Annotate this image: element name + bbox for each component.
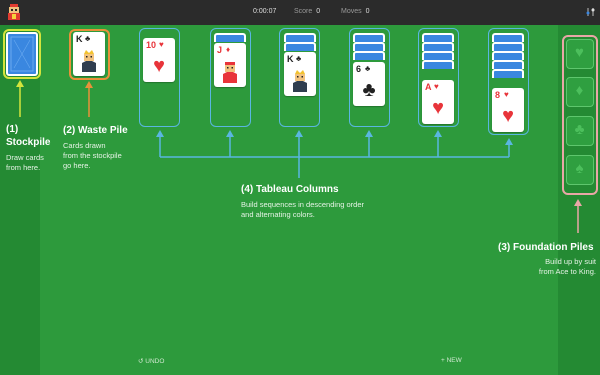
- card-suit: ♥: [159, 40, 164, 49]
- tableau-desc-line: Build sequences in descending order: [241, 200, 364, 209]
- face-down-card: [284, 33, 316, 42]
- spade-icon: ♠: [575, 160, 584, 177]
- tableau-arrows: [156, 130, 513, 178]
- tableau-card[interactable]: 8 ♥ ♥: [492, 88, 524, 132]
- card-suit: ♦: [226, 45, 231, 54]
- tableau-card[interactable]: A ♥ ♥: [422, 80, 454, 124]
- logo-icon[interactable]: [6, 4, 22, 21]
- card-suit: ♣: [85, 34, 91, 43]
- face-down-card: [492, 33, 524, 42]
- card-rank: J: [217, 45, 223, 55]
- foundation-slot-spades[interactable]: ♠: [566, 155, 594, 185]
- tableau-desc-line: and alternating colors.: [241, 210, 315, 219]
- face-down-card: [353, 42, 385, 51]
- new-game-button[interactable]: + NEW: [441, 357, 462, 364]
- top-bar: 0:00:07 Score 0 Moves 0: [0, 0, 600, 25]
- face-down-card: [422, 42, 454, 51]
- moves-label: Moves: [341, 8, 362, 15]
- card-rank: K: [76, 34, 83, 44]
- club-icon: ♣: [362, 79, 376, 101]
- face-down-card: [492, 60, 524, 69]
- tableau-card[interactable]: K ♣: [284, 52, 316, 96]
- stockpile-title: Stockpile: [6, 137, 51, 148]
- waste-desc: Cards drawn from the stockpile go here.: [63, 141, 122, 171]
- score-display: Score 0: [294, 8, 320, 15]
- settings-icon[interactable]: [586, 7, 596, 17]
- stockpile-desc-line: Draw cards: [6, 153, 44, 162]
- score-value: 0: [316, 8, 321, 15]
- card-suit: ♥: [504, 90, 509, 99]
- card-suit: ♣: [365, 64, 371, 73]
- face-down-card: [284, 42, 316, 51]
- score-label: Score: [294, 8, 313, 15]
- tableau-card[interactable]: J ♦: [214, 43, 246, 87]
- timer: 0:00:07: [253, 8, 277, 15]
- heart-icon: ♥: [432, 97, 444, 119]
- stockpile-desc-line: from here.: [6, 163, 41, 172]
- face-down-card: [492, 42, 524, 51]
- waste-title: (2) Waste Pile: [63, 125, 128, 136]
- stockpile-desc: Draw cards from here.: [6, 153, 44, 173]
- waste-desc-line: from the stockpile: [63, 151, 122, 160]
- card-back-pattern-icon: [10, 36, 34, 72]
- card-rank: A: [425, 82, 432, 92]
- moves-value: 0: [365, 8, 370, 15]
- heart-icon: ♥: [502, 105, 514, 127]
- stockpile[interactable]: [6, 32, 38, 76]
- heart-icon: ♥: [153, 55, 165, 77]
- stockpile-number: (1): [6, 124, 19, 135]
- card-rank: 6: [356, 64, 362, 74]
- card-suit: ♣: [296, 54, 302, 63]
- card-rank: 8: [495, 90, 501, 100]
- club-icon: ♣: [574, 121, 585, 138]
- card-suit: ♥: [434, 82, 439, 91]
- face-down-card: [422, 60, 454, 69]
- undo-button[interactable]: ↺ UNDO: [138, 357, 164, 365]
- heart-icon: ♥: [575, 44, 584, 61]
- tableau-desc: Build sequences in descending order and …: [241, 200, 364, 220]
- foundation-slot-hearts[interactable]: ♥: [566, 39, 594, 69]
- foundation-slot-clubs[interactable]: ♣: [566, 116, 594, 146]
- waste-desc-line: go here.: [63, 161, 91, 170]
- card-rank: 10: [146, 40, 157, 50]
- face-down-card: [422, 33, 454, 42]
- diamond-icon: ♦: [575, 82, 584, 99]
- face-down-card: [353, 33, 385, 42]
- face-down-card: [353, 51, 385, 60]
- waste-card[interactable]: K ♣: [73, 32, 105, 76]
- face-down-card: [214, 33, 246, 42]
- king-face-icon: [293, 70, 307, 92]
- face-down-card: [492, 69, 524, 78]
- moves-display: Moves 0: [341, 8, 370, 15]
- card-rank: K: [287, 54, 294, 64]
- king-face-icon: [82, 50, 96, 72]
- foundation-title: (3) Foundation Piles: [498, 242, 594, 253]
- foundation-desc: Build up by suit from Ace to King.: [496, 257, 596, 277]
- face-down-card: [422, 51, 454, 60]
- tableau-title: (4) Tableau Columns: [241, 184, 339, 195]
- face-down-card: [492, 51, 524, 60]
- foundation-desc-line: Build up by suit: [545, 257, 596, 266]
- foundation-slot-diamonds[interactable]: ♦: [566, 77, 594, 107]
- tableau-card[interactable]: 6 ♣ ♣: [353, 62, 385, 106]
- jack-face-icon: [223, 62, 237, 83]
- foundation-desc-line: from Ace to King.: [538, 267, 596, 276]
- waste-arrow: [85, 81, 93, 117]
- waste-desc-line: Cards drawn: [63, 141, 106, 150]
- tableau-card[interactable]: 10 ♥ ♥: [143, 38, 175, 82]
